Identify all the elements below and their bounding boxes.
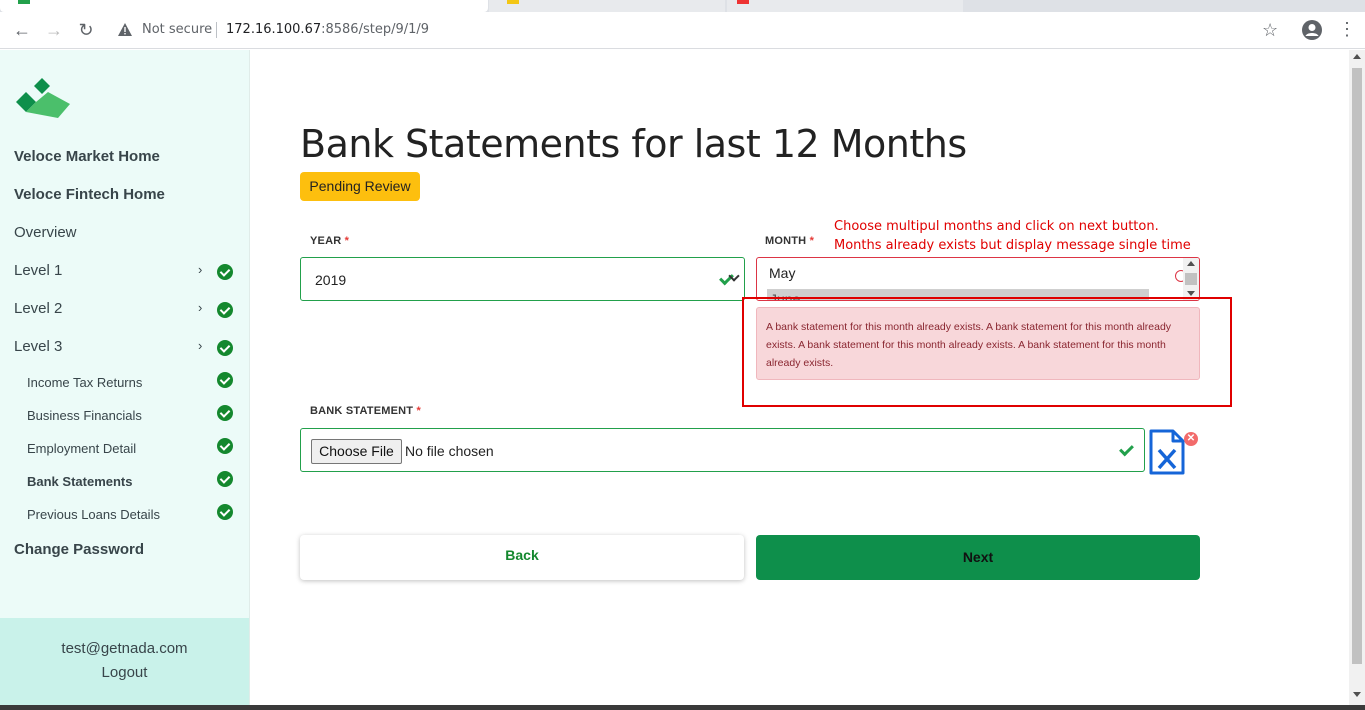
chevron-right-icon[interactable]: › [198, 262, 202, 277]
nav-change-password[interactable]: Change Password [14, 541, 144, 558]
sidebar-footer: test@getnada.com Logout [0, 618, 249, 710]
scroll-down-icon[interactable] [1353, 692, 1361, 697]
required-marker: * [809, 235, 815, 247]
required-marker: * [416, 405, 421, 417]
sidebar-item-bank-statements[interactable]: Bank Statements [27, 474, 132, 489]
check-circle-icon [217, 438, 233, 454]
browser-toolbar: ← → ↻ Not secure 172.16.100.67:8586/step… [0, 12, 1365, 49]
favicon-icon [737, 0, 749, 4]
valid-check-icon [1119, 441, 1134, 457]
back-arrow-icon[interactable]: ← [10, 18, 34, 42]
page-title: Bank Statements for last 12 Months [300, 122, 967, 166]
security-label: Not secure [142, 22, 213, 37]
os-taskbar [0, 705, 1365, 710]
month-label: MONTH * [765, 235, 814, 247]
scroll-up-icon[interactable] [1187, 261, 1195, 266]
status-badge: Pending Review [300, 172, 420, 201]
sidebar: Veloce Market Home Veloce Fintech Home O… [0, 50, 250, 710]
month-scrollbar[interactable] [1183, 258, 1199, 300]
nav-level-1[interactable]: Level 1 [14, 262, 62, 279]
sidebar-item-employment-detail[interactable]: Employment Detail [27, 441, 136, 456]
annotation-line-1: Choose multipul months and click on next… [834, 219, 1159, 234]
url-path: :8586/step/9/1/9 [321, 22, 430, 37]
tab-3[interactable] [727, 0, 963, 12]
check-circle-icon [217, 372, 233, 388]
month-label-text: MONTH [765, 235, 807, 247]
check-circle-icon [217, 471, 233, 487]
scroll-thumb[interactable] [1352, 68, 1362, 664]
check-circle-icon [217, 504, 233, 520]
next-button[interactable]: Next [756, 535, 1200, 580]
nav-level-2[interactable]: Level 2 [14, 300, 62, 317]
user-email: test@getnada.com [61, 640, 188, 657]
tab-2[interactable] [489, 0, 725, 12]
scroll-down-icon[interactable] [1187, 291, 1195, 296]
tab-strip [0, 0, 1365, 12]
required-marker: * [344, 235, 350, 247]
excel-file-icon[interactable] [1148, 428, 1188, 476]
scroll-up-icon[interactable] [1353, 54, 1361, 59]
check-circle-icon [217, 302, 233, 318]
reload-icon[interactable]: ↻ [74, 18, 98, 42]
warning-icon [118, 23, 132, 36]
back-button[interactable]: Back [300, 535, 744, 580]
year-label-text: YEAR [310, 235, 342, 247]
page-scrollbar[interactable] [1349, 50, 1365, 705]
address-bar[interactable]: Not secure 172.16.100.67:8586/step/9/1/9 [108, 16, 1298, 44]
year-label: YEAR * [310, 235, 349, 247]
annotation-line-2: Months already exists but display messag… [834, 238, 1191, 253]
omnibox-separator [216, 22, 217, 38]
menu-kebab-icon[interactable]: ⋮ [1338, 19, 1356, 40]
logout-link[interactable]: Logout [0, 664, 249, 681]
nav-overview[interactable]: Overview [14, 224, 77, 241]
bank-statement-file-input[interactable]: Choose File No file chosen [300, 428, 1145, 472]
url-host: 172.16.100.67 [226, 22, 322, 37]
year-select[interactable]: 2019 [300, 257, 745, 301]
remove-file-icon[interactable]: ✕ [1184, 432, 1198, 446]
account-icon[interactable] [1302, 20, 1322, 40]
sidebar-item-previous-loans-details[interactable]: Previous Loans Details [27, 507, 160, 522]
month-option[interactable]: May [769, 265, 795, 281]
tab-active[interactable] [0, 0, 488, 12]
bank-statement-label-text: BANK STATEMENT [310, 405, 414, 417]
forward-arrow-icon[interactable]: → [42, 18, 66, 42]
choose-file-button[interactable]: Choose File [311, 439, 402, 464]
bookmark-star-icon[interactable]: ☆ [1262, 20, 1278, 41]
annotation-highlight-box [742, 297, 1232, 407]
favicon-icon [507, 0, 519, 4]
file-status: No file chosen [405, 443, 494, 459]
nav-level-3[interactable]: Level 3 [14, 338, 62, 355]
nav-veloce-market-home[interactable]: Veloce Market Home [14, 148, 160, 165]
sidebar-item-income-tax-returns[interactable]: Income Tax Returns [27, 375, 142, 390]
month-multiselect[interactable]: May June [756, 257, 1200, 301]
url-text: 172.16.100.67:8586/step/9/1/9 [226, 22, 429, 37]
sidebar-item-business-financials[interactable]: Business Financials [27, 408, 142, 423]
nav-veloce-fintech-home[interactable]: Veloce Fintech Home [14, 186, 165, 203]
check-circle-icon [217, 405, 233, 421]
chevron-right-icon[interactable]: › [198, 338, 202, 353]
favicon-icon [18, 0, 30, 4]
veloce-logo [16, 78, 70, 118]
bank-statement-label: BANK STATEMENT * [310, 405, 421, 417]
year-value: 2019 [315, 272, 347, 288]
check-circle-icon [217, 264, 233, 280]
scroll-thumb[interactable] [1185, 273, 1197, 285]
check-circle-icon [217, 340, 233, 356]
chevron-right-icon[interactable]: › [198, 300, 202, 315]
